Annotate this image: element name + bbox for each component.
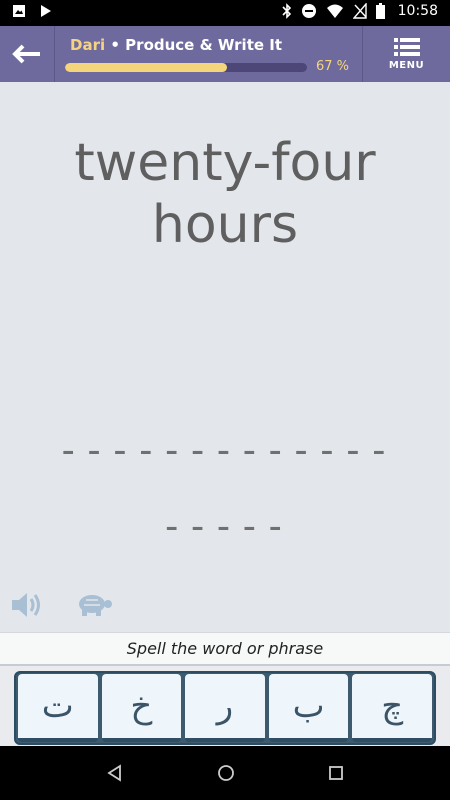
nav-recents-icon[interactable]	[328, 765, 344, 781]
letter-key[interactable]: خ	[101, 674, 182, 742]
answer-blanks-line-1: -------------	[56, 428, 394, 472]
answer-blanks: ------------- -----	[0, 412, 450, 564]
letter-key[interactable]: ر	[185, 674, 265, 742]
instruction-bar: Spell the word or phrase	[0, 632, 450, 664]
speaker-icon[interactable]	[10, 590, 44, 620]
language-label: Dari	[70, 36, 106, 54]
no-signal-icon	[352, 3, 367, 19]
back-arrow-icon	[12, 44, 40, 64]
turtle-slow-icon[interactable]	[74, 592, 114, 618]
letter-key[interactable]: چ	[352, 674, 432, 742]
app-header: Dari • Produce & Write It 67 % MENU	[0, 26, 450, 82]
back-button[interactable]	[0, 26, 55, 82]
progress-bar	[65, 63, 307, 72]
play-store-icon	[41, 5, 51, 17]
battery-icon	[375, 3, 385, 19]
menu-list-icon	[393, 38, 420, 56]
bluetooth-icon	[282, 3, 291, 19]
letter-key[interactable]: ب	[268, 674, 349, 742]
nav-back-icon[interactable]	[106, 764, 124, 782]
instruction-text: Spell the word or phrase	[126, 639, 324, 658]
progress-fill	[65, 63, 228, 72]
do-not-disturb-icon	[301, 4, 316, 18]
wifi-icon	[326, 4, 343, 18]
exercise-area: twenty-four hours ------------- -----	[0, 82, 450, 632]
activity-label: Produce & Write It	[125, 36, 283, 54]
status-bar: 10:58	[0, 0, 450, 26]
progress-percent: 67 %	[316, 59, 350, 74]
letter-keyboard: ت خ ر ب چ	[0, 664, 450, 746]
prompt-line-2: hours	[151, 195, 299, 255]
letter-keys: ت خ ر ب چ	[14, 671, 436, 745]
lesson-title: Dari • Produce & Write It	[70, 36, 360, 54]
navigation-bar	[0, 746, 450, 800]
clock: 10:58	[397, 3, 438, 19]
menu-button[interactable]: MENU	[362, 26, 450, 82]
letter-key[interactable]: ت	[18, 674, 98, 742]
title-separator: •	[105, 36, 126, 54]
nav-home-icon[interactable]	[217, 764, 235, 782]
menu-label: MENU	[388, 60, 425, 71]
lesson-title-area: Dari • Produce & Write It 67 %	[65, 36, 360, 74]
answer-blanks-line-2: -----	[160, 504, 290, 548]
audio-controls	[10, 590, 114, 620]
prompt-text: twenty-four hours	[0, 132, 450, 256]
prompt-line-1: twenty-four	[74, 133, 376, 193]
image-icon	[13, 5, 25, 17]
